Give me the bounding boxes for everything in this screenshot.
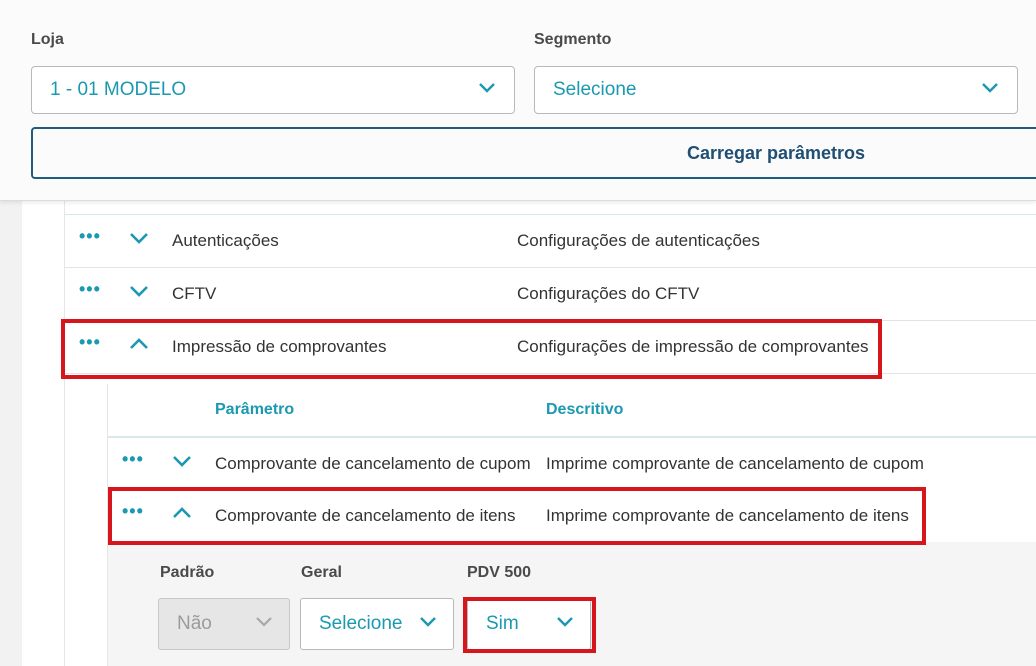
chevron-up-icon[interactable] <box>129 337 149 356</box>
more-dots-icon[interactable]: ••• <box>79 227 101 245</box>
segmento-select[interactable]: Selecione <box>534 66 1018 114</box>
pdv500-select-value: Sim <box>486 613 519 634</box>
group-name: CFTV <box>172 284 217 303</box>
group-row-impressao[interactable]: ••• Impressão de comprovantes Configuraç… <box>65 321 1036 374</box>
loja-select-value: 1 - 01 MODELO <box>50 79 187 100</box>
param-row-itens[interactable]: ••• Comprovante de cancelamento de itens… <box>108 490 1036 543</box>
chevron-down-icon <box>255 615 273 633</box>
loja-select[interactable]: 1 - 01 MODELO <box>31 66 515 114</box>
group-list: ••• Autenticações Configurações de auten… <box>64 200 1036 666</box>
geral-select-value: Selecione <box>319 613 403 634</box>
group-name: Impressão de comprovantes <box>172 337 387 356</box>
geral-select[interactable]: Selecione <box>300 598 454 650</box>
chevron-down-icon[interactable] <box>129 284 149 303</box>
param-description: Imprime comprovante de cancelamento de i… <box>546 506 909 525</box>
group-description: Configurações de autenticações <box>517 231 760 250</box>
chevron-down-icon[interactable] <box>129 231 149 250</box>
filter-panel: Loja Segmento 1 - 01 MODELO Selecione Ca… <box>0 0 1036 201</box>
column-header-parametro[interactable]: Parâmetro <box>215 401 294 419</box>
parameter-tree: ••• Autenticações Configurações de auten… <box>22 200 1036 666</box>
more-dots-icon[interactable]: ••• <box>79 280 101 298</box>
pdv500-select[interactable]: Sim <box>467 598 591 650</box>
chevron-down-icon <box>981 81 999 99</box>
chevron-down-icon <box>556 615 574 633</box>
segmento-label: Segmento <box>534 31 612 48</box>
parameters-subtable: Parâmetro Descritivo ••• Comprovante de … <box>107 384 1036 666</box>
load-parameters-button[interactable]: Carregar parâmetros <box>31 127 1036 179</box>
chevron-down-icon[interactable] <box>172 454 192 473</box>
param-description: Imprime comprovante de cancelamento de c… <box>546 454 924 473</box>
group-description: Configurações do CFTV <box>517 284 700 303</box>
padrao-label: Padrão <box>160 564 215 581</box>
chevron-down-icon <box>419 615 437 633</box>
param-name: Comprovante de cancelamento de cupom <box>215 454 531 473</box>
param-row-cupom[interactable]: ••• Comprovante de cancelamento de cupom… <box>108 438 1036 491</box>
padrao-select: Não <box>158 598 290 650</box>
subtable-header: Parâmetro Descritivo <box>108 384 1036 438</box>
segmento-select-value: Selecione <box>553 79 637 100</box>
padrao-select-value: Não <box>177 613 212 634</box>
more-dots-icon[interactable]: ••• <box>122 502 144 520</box>
group-name: Autenticações <box>172 231 279 250</box>
param-detail-panel: Padrão Geral PDV 500 Não Selecione Sim <box>108 542 1036 666</box>
more-dots-icon[interactable]: ••• <box>122 450 144 468</box>
geral-label: Geral <box>301 564 342 581</box>
column-header-descritivo[interactable]: Descritivo <box>546 401 623 419</box>
chevron-down-icon <box>478 81 496 99</box>
more-dots-icon[interactable]: ••• <box>79 333 101 351</box>
load-parameters-label: Carregar parâmetros <box>686 142 866 163</box>
chevron-up-icon[interactable] <box>172 506 192 525</box>
param-name: Comprovante de cancelamento de itens <box>215 506 516 525</box>
loja-label: Loja <box>31 31 64 48</box>
group-row-autenticacoes[interactable]: ••• Autenticações Configurações de auten… <box>65 215 1036 268</box>
group-row-cftv[interactable]: ••• CFTV Configurações do CFTV <box>65 268 1036 321</box>
group-description: Configurações de impressão de comprovant… <box>517 337 869 356</box>
pdv500-label: PDV 500 <box>467 564 532 581</box>
